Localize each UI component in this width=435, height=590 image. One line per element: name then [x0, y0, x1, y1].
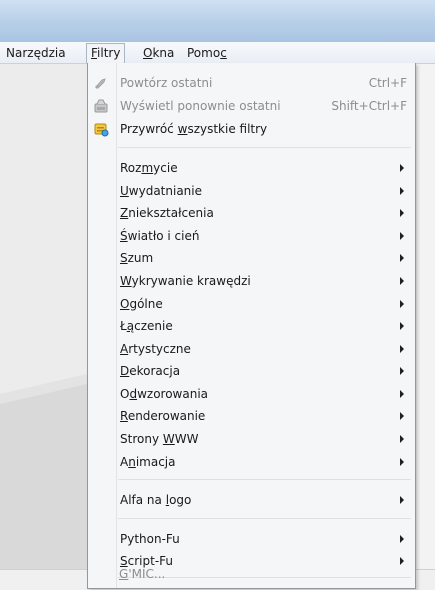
submenu-arrow-icon — [400, 412, 404, 420]
reset-filters-icon — [93, 121, 109, 137]
submenu-arrow-icon — [400, 187, 404, 195]
menu-item-szum[interactable]: Szum — [90, 248, 413, 268]
submenu-arrow-icon — [400, 300, 404, 308]
submenu-arrow-icon — [400, 496, 404, 504]
submenu-arrow-icon — [400, 390, 404, 398]
menu-item-repeat-last[interactable]: Powtórz ostatni Ctrl+F — [90, 73, 413, 93]
menu-item-reshow-last[interactable]: Wyświetl ponownie ostatni Shift+Ctrl+F — [90, 96, 413, 116]
submenu-arrow-icon — [400, 164, 404, 172]
submenu-arrow-icon — [400, 458, 404, 466]
menu-item-znieksztalcenia[interactable]: Zniekształcenia — [90, 203, 413, 223]
menu-item-animacja[interactable]: Animacja — [90, 452, 413, 472]
submenu-arrow-icon — [400, 232, 404, 240]
submenu-arrow-icon — [400, 367, 404, 375]
window-titlebar — [0, 0, 435, 42]
repeat-icon — [93, 75, 109, 91]
canvas-right-edge — [417, 64, 435, 569]
menu-item-odwzorowania[interactable]: Odwzorowania — [90, 384, 413, 404]
menu-item-laczenie[interactable]: Łączenie — [90, 316, 413, 336]
menu-filtry[interactable]: Filtry — [86, 43, 126, 63]
submenu-arrow-icon — [400, 345, 404, 353]
submenu-arrow-icon — [400, 435, 404, 443]
menu-item-wykrywanie-krawedzi[interactable]: Wykrywanie krawędzi — [90, 271, 413, 291]
submenu-arrow-icon — [400, 254, 404, 262]
menu-item-reset-all-filters[interactable]: Przywróć wszystkie filtry — [90, 119, 413, 139]
submenu-arrow-icon — [400, 535, 404, 543]
reshow-icon — [93, 98, 109, 114]
submenu-arrow-icon — [400, 322, 404, 330]
menu-pomoc[interactable]: Pomoc — [187, 45, 227, 61]
menu-item-ogolne[interactable]: Ogólne — [90, 294, 413, 314]
filters-dropdown-menu: Powtórz ostatni Ctrl+F Wyświetl ponownie… — [87, 63, 416, 589]
menu-item-artystyczne[interactable]: Artystyczne — [90, 339, 413, 359]
menu-separator — [118, 518, 411, 519]
submenu-arrow-icon — [400, 277, 404, 285]
menu-item-python-fu[interactable]: Python-Fu — [90, 529, 413, 549]
submenu-arrow-icon — [400, 209, 404, 217]
menu-item-strony-www[interactable]: Strony WWW — [90, 429, 413, 449]
menu-item-swiatlo-i-cien[interactable]: Światło i cień — [90, 226, 413, 246]
menu-okna[interactable]: Okna — [143, 45, 174, 61]
menu-item-gmic[interactable]: G'MIC... — [89, 564, 412, 584]
menu-item-rozmycie[interactable]: Rozmycie — [90, 158, 413, 178]
menu-item-dekoracja[interactable]: Dekoracja — [90, 361, 413, 381]
reset-all-filters-label: Przywróć wszystkie filtry — [120, 122, 268, 136]
menu-separator — [118, 479, 411, 480]
menu-item-uwydatnianie[interactable]: Uwydatnianie — [90, 181, 413, 201]
menu-item-renderowanie[interactable]: Renderowanie — [90, 406, 413, 426]
menubar: Narzędzia Filtry Okna Pomoc — [0, 42, 435, 64]
menu-separator — [118, 147, 411, 148]
menu-narzedzia[interactable]: Narzędzia — [6, 45, 66, 61]
menu-item-alfa-na-logo[interactable]: Alfa na logo — [90, 490, 413, 510]
